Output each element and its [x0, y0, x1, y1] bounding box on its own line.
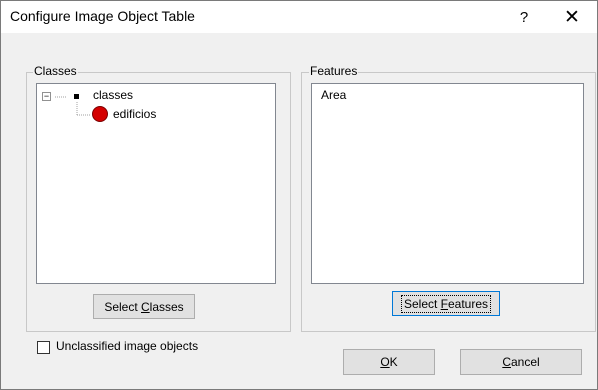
ok-button[interactable]: OK: [343, 349, 435, 375]
help-button[interactable]: ?: [501, 1, 547, 33]
close-icon: ✕: [564, 6, 580, 28]
help-icon: ?: [519, 8, 529, 26]
select-classes-button[interactable]: Select Classes: [93, 294, 195, 319]
tree-node-edificios[interactable]: edificios: [113, 107, 156, 121]
select-features-button[interactable]: Select Features: [392, 291, 500, 316]
features-list[interactable]: Area: [311, 83, 584, 284]
features-group-label: Features: [309, 64, 359, 78]
configure-image-object-table-dialog: Configure Image Object Table ? ✕ Classes…: [0, 0, 598, 390]
class-hierarchy-node-icon: [74, 94, 79, 99]
class-color-dot-icon: [92, 106, 108, 122]
window-title: Configure Image Object Table: [10, 8, 195, 24]
close-button[interactable]: ✕: [547, 1, 597, 33]
tree-expander-minus-icon[interactable]: −: [42, 92, 51, 101]
tree-node-classes[interactable]: classes: [93, 88, 133, 102]
unclassified-objects-label[interactable]: Unclassified image objects: [56, 339, 198, 353]
classes-tree[interactable]: − classes edificios: [36, 83, 276, 284]
feature-item-area[interactable]: Area: [321, 88, 346, 102]
unclassified-objects-checkbox[interactable]: [37, 341, 50, 354]
classes-group-label: Classes: [33, 64, 78, 78]
cancel-button[interactable]: Cancel: [460, 349, 582, 375]
title-bar: Configure Image Object Table ? ✕: [1, 1, 597, 33]
